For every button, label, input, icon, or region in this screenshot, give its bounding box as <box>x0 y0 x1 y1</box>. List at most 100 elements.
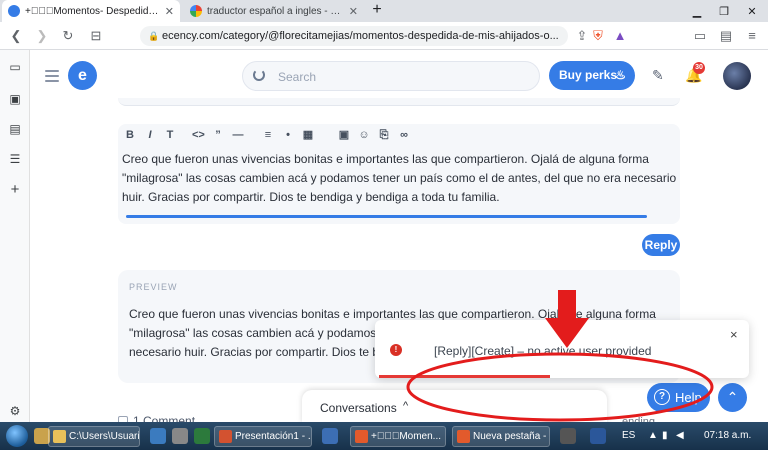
gif-icon[interactable]: ⎘ <box>378 128 390 142</box>
close-tab-icon[interactable]: ✕ <box>165 5 174 18</box>
search-placeholder: Search <box>278 70 317 84</box>
network-icon[interactable]: ▮ <box>662 430 668 441</box>
media-icon[interactable] <box>172 428 188 444</box>
ie-icon[interactable] <box>150 428 166 444</box>
hamburger-menu-icon[interactable] <box>45 70 59 85</box>
google-favicon-icon <box>190 5 202 17</box>
tab-title: +⃝⃝⃝Momentos- Despedida de <box>25 5 160 17</box>
ecency-favicon-icon <box>8 5 20 17</box>
task-label: Presentación1 - ... <box>235 431 312 442</box>
brave-icon <box>457 430 470 443</box>
notification-count-badge: 30 <box>693 62 705 74</box>
restore-icon[interactable]: ❐ <box>712 0 736 22</box>
minimize-icon[interactable]: ▁ <box>685 0 709 22</box>
task-powerpoint[interactable]: Presentación1 - ... <box>214 426 312 447</box>
ordered-list-icon[interactable]: ≡ <box>262 128 274 142</box>
unordered-list-icon[interactable]: • <box>282 128 294 142</box>
tray-arrow-icon[interactable]: ▲ <box>648 430 658 441</box>
annotation-arrow-icon <box>545 290 589 348</box>
monitor-icon[interactable] <box>322 428 338 444</box>
flame-icon: ♨ <box>615 68 626 82</box>
add-icon[interactable]: + <box>8 182 22 197</box>
url-text: ecency.com/category/@florecitamejias/mom… <box>162 30 559 42</box>
lock-icon: 🔒 <box>148 31 160 41</box>
powerpoint-icon <box>219 430 232 443</box>
task-label: Nueva pestaña - ... <box>473 431 550 442</box>
search-input[interactable]: Search <box>242 61 540 91</box>
task-label: +⃝⃝⃝Momen... <box>371 431 442 442</box>
buy-perks-label: Buy perks <box>559 68 618 82</box>
conversations-label: Conversations <box>320 401 397 415</box>
edit-pencil-icon[interactable]: ✎ <box>652 67 664 84</box>
previous-card-bottom <box>118 98 680 106</box>
new-tab-button[interactable]: + <box>368 2 386 19</box>
wallet-sidebar-icon[interactable]: ▣ <box>8 92 22 106</box>
loading-spinner-icon <box>253 69 265 81</box>
image-icon[interactable]: ▣ <box>338 128 350 142</box>
browser-toolbar: ❮ ❯ ↻ ⊟ 🔒 ecency.com/category/@florecita… <box>0 22 768 50</box>
link-icon[interactable]: ∞ <box>398 128 410 142</box>
app-icon[interactable] <box>560 428 576 444</box>
emoji-icon[interactable]: ☺ <box>358 128 370 142</box>
user-avatar[interactable] <box>723 62 751 90</box>
bold-icon[interactable]: B <box>124 128 136 142</box>
wallet-icon[interactable]: ▤ <box>718 28 734 44</box>
video-icon[interactable]: ▭ <box>8 60 22 74</box>
ecency-logo-icon[interactable]: e <box>68 61 97 90</box>
start-button-icon[interactable] <box>6 425 28 447</box>
brave-rewards-icon[interactable]: ▲ <box>612 28 628 44</box>
comment-count: 1 Comment <box>118 414 195 422</box>
task-brave-ecency[interactable]: +⃝⃝⃝Momen... <box>350 426 446 447</box>
editor-scrollbar[interactable] <box>126 215 647 218</box>
forward-icon[interactable]: ❯ <box>34 28 50 44</box>
task-explorer[interactable]: C:\Users\Usuari... <box>48 426 140 447</box>
editor-text[interactable]: Creo que fueron unas vivencias bonitas e… <box>122 150 678 207</box>
bookmark-page-icon[interactable]: ⊟ <box>88 28 104 44</box>
app-icon[interactable] <box>194 428 210 444</box>
reload-icon[interactable]: ↻ <box>60 28 76 44</box>
language-indicator[interactable]: ES <box>622 430 635 441</box>
tab-title: traductor español a ingles - Buscar co <box>207 5 344 17</box>
close-toast-icon[interactable]: × <box>730 327 738 342</box>
clock[interactable]: 07:18 a.m. <box>704 430 751 441</box>
close-window-icon[interactable]: ✕ <box>740 0 764 22</box>
comment-count-label: 1 Comment <box>133 414 196 422</box>
browser-sidebar: ▭ ▣ ▤ ☰ + ⚙ <box>0 50 30 422</box>
quote-icon[interactable]: ” <box>212 128 224 142</box>
settings-gear-icon[interactable]: ⚙ <box>8 404 22 418</box>
brave-shield-icon[interactable]: ⛨ <box>590 28 606 44</box>
error-icon: ! <box>390 344 402 356</box>
preview-label: PREVIEW <box>129 282 178 292</box>
back-icon[interactable]: ❮ <box>8 28 24 44</box>
close-tab-icon[interactable]: ✕ <box>349 5 358 18</box>
tab-google-translate[interactable]: traductor español a ingles - Buscar co ✕ <box>184 0 364 22</box>
app-header: e Search Buy perks ♨ ✎ 🔔 30 <box>30 50 768 102</box>
table-icon[interactable]: ▦ <box>302 128 314 142</box>
reply-editor[interactable]: B I T <> ” — ≡ • ▦ ▣ ☺ ⎘ ∞ Creo que fuer… <box>118 124 680 224</box>
screen: +⃝⃝⃝Momentos- Despedida de ✕ traductor e… <box>0 0 768 450</box>
tab-ecency[interactable]: +⃝⃝⃝Momentos- Despedida de ✕ <box>2 0 180 22</box>
task-label: C:\Users\Usuari... <box>69 431 140 442</box>
annotation-ellipse <box>406 352 714 422</box>
italic-icon[interactable]: I <box>144 128 156 142</box>
scroll-to-top-button[interactable]: ⌃ <box>718 383 747 412</box>
address-bar[interactable]: 🔒 ecency.com/category/@florecitamejias/m… <box>140 26 568 46</box>
reading-list-icon[interactable]: ☰ <box>8 152 22 166</box>
folder-icon <box>53 430 66 443</box>
code-icon[interactable]: <> <box>192 128 205 142</box>
windows-taskbar: C:\Users\Usuari... Presentación1 - ... +… <box>0 422 768 450</box>
strikethrough-icon[interactable]: — <box>232 128 244 142</box>
task-brave-newtab[interactable]: Nueva pestaña - ... <box>452 426 550 447</box>
bookmarks-icon[interactable]: ▤ <box>8 122 22 136</box>
volume-icon[interactable]: ◀ <box>676 430 684 441</box>
ecency-page: e Search Buy perks ♨ ✎ 🔔 30 B I T <> ” — <box>30 50 768 422</box>
buy-perks-button[interactable]: Buy perks ♨ <box>549 61 635 90</box>
reply-button[interactable]: Reply <box>642 234 680 256</box>
sidebar-toggle-icon[interactable]: ▭ <box>692 28 708 44</box>
heading-icon[interactable]: T <box>164 128 176 142</box>
menu-icon[interactable]: ≡ <box>744 28 760 44</box>
share-icon[interactable]: ⇪ <box>574 28 590 44</box>
brave-icon <box>355 430 368 443</box>
browser-tab-strip: +⃝⃝⃝Momentos- Despedida de ✕ traductor e… <box>0 0 768 22</box>
word-icon[interactable] <box>590 428 606 444</box>
